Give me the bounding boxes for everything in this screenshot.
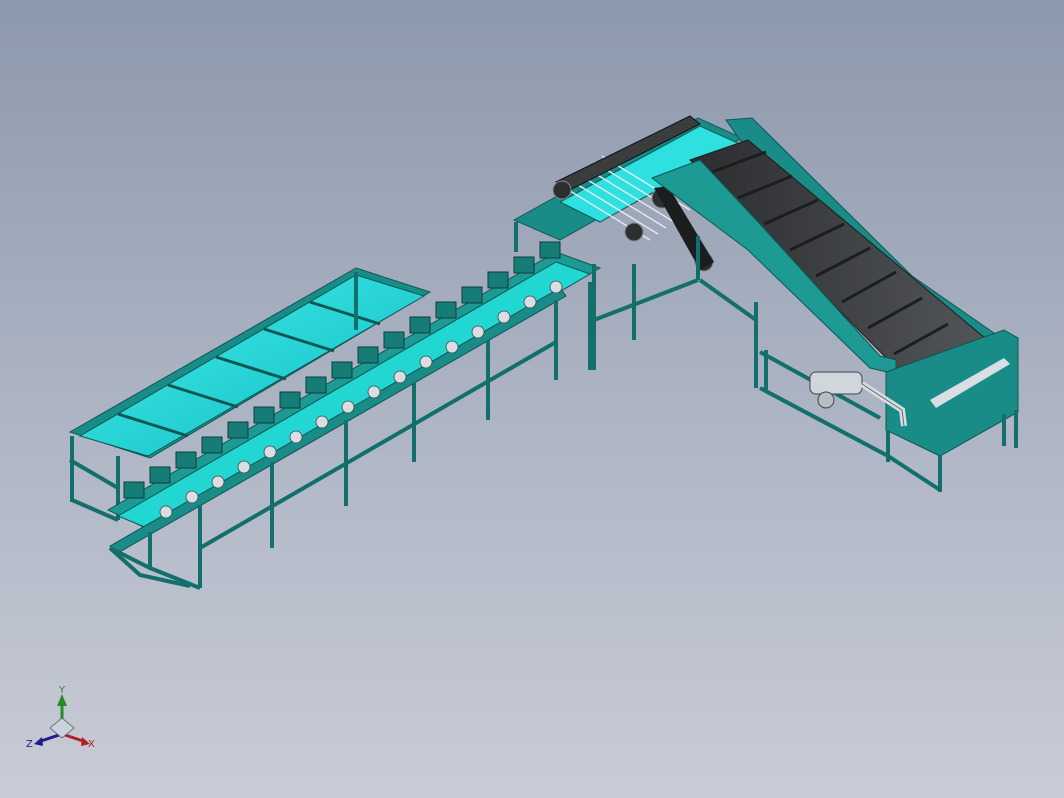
axis-z-label: Z	[26, 739, 33, 750]
view-orientation-triad[interactable]: Y X Z	[24, 684, 104, 756]
graphics-viewport[interactable]: Y X Z	[0, 0, 1064, 798]
inclined-belt-elevator	[650, 117, 1019, 492]
conveyor-assembly-model[interactable]	[0, 0, 1064, 798]
axis-x-label: X	[88, 739, 95, 750]
z-axis-arrow-icon	[34, 737, 43, 746]
sorting-line-frame	[68, 241, 602, 590]
axis-y-label: Y	[59, 685, 66, 696]
